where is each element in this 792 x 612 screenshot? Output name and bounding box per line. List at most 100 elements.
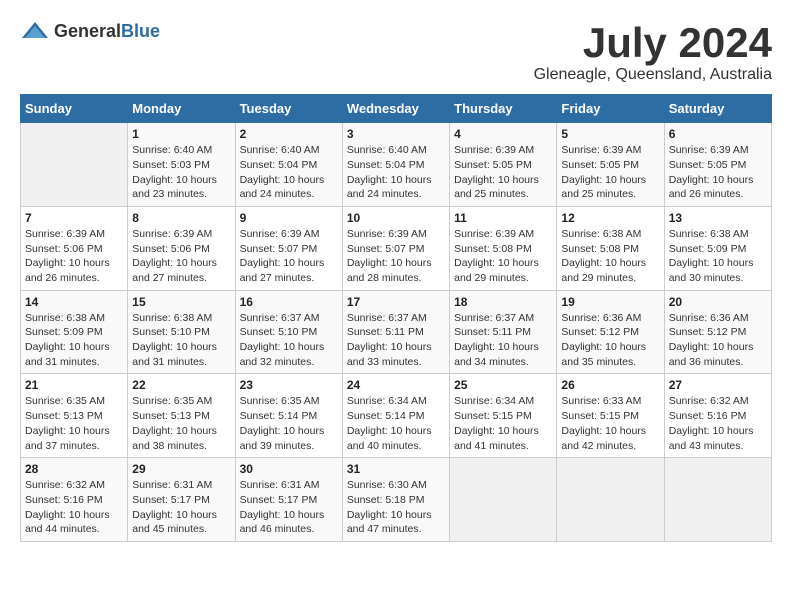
day-number: 27 [669, 378, 767, 392]
day-number: 3 [347, 127, 445, 141]
header-monday: Monday [128, 95, 235, 123]
logo-text-general: General [54, 21, 121, 41]
day-info: Sunrise: 6:32 AM Sunset: 5:16 PM Dayligh… [669, 394, 767, 453]
table-row [450, 458, 557, 542]
table-row [557, 458, 664, 542]
table-row: 3 Sunrise: 6:40 AM Sunset: 5:04 PM Daylig… [342, 123, 449, 207]
table-row: 20 Sunrise: 6:36 AM Sunset: 5:12 PM Dayli… [664, 290, 771, 374]
table-row: 1 Sunrise: 6:40 AM Sunset: 5:03 PM Daylig… [128, 123, 235, 207]
day-number: 23 [240, 378, 338, 392]
day-number: 11 [454, 211, 552, 225]
day-number: 12 [561, 211, 659, 225]
day-number: 14 [25, 295, 123, 309]
day-info: Sunrise: 6:37 AM Sunset: 5:11 PM Dayligh… [347, 311, 445, 370]
table-row: 15 Sunrise: 6:38 AM Sunset: 5:10 PM Dayli… [128, 290, 235, 374]
location-title: Gleneagle, Queensland, Australia [534, 66, 772, 84]
day-info: Sunrise: 6:40 AM Sunset: 5:04 PM Dayligh… [347, 143, 445, 202]
table-row: 24Sunrise: 6:34 AM Sunset: 5:14 PM Dayli… [342, 374, 449, 458]
day-number: 1 [132, 127, 230, 141]
header-sunday: Sunday [21, 95, 128, 123]
day-number: 22 [132, 378, 230, 392]
table-row: 2Sunrise: 6:40 AM Sunset: 5:04 PM Daylig… [235, 123, 342, 207]
calendar-week-row: 14 Sunrise: 6:38 AM Sunset: 5:09 PM Dayli… [21, 290, 772, 374]
calendar-week-row: 28 Sunrise: 6:32 AM Sunset: 5:16 PM Dayli… [21, 458, 772, 542]
day-info: Sunrise: 6:39 AM Sunset: 5:07 PM Dayligh… [347, 227, 445, 286]
month-title: July 2024 [534, 20, 772, 66]
table-row: 4 Sunrise: 6:39 AM Sunset: 5:05 PM Daylig… [450, 123, 557, 207]
table-row: 11Sunrise: 6:39 AM Sunset: 5:08 PM Dayli… [450, 206, 557, 290]
day-info: Sunrise: 6:39 AM Sunset: 5:06 PM Dayligh… [132, 227, 230, 286]
day-number: 4 [454, 127, 552, 141]
day-number: 20 [669, 295, 767, 309]
header-thursday: Thursday [450, 95, 557, 123]
day-number: 28 [25, 462, 123, 476]
day-info: Sunrise: 6:40 AM Sunset: 5:03 PM Dayligh… [132, 143, 230, 202]
day-info: Sunrise: 6:36 AM Sunset: 5:12 PM Dayligh… [561, 311, 659, 370]
day-info: Sunrise: 6:39 AM Sunset: 5:05 PM Dayligh… [454, 143, 552, 202]
day-info: Sunrise: 6:38 AM Sunset: 5:10 PM Dayligh… [132, 311, 230, 370]
header-saturday: Saturday [664, 95, 771, 123]
table-row: 31 Sunrise: 6:30 AM Sunset: 5:18 PM Dayli… [342, 458, 449, 542]
day-info: Sunrise: 6:39 AM Sunset: 5:06 PM Dayligh… [25, 227, 123, 286]
day-number: 13 [669, 211, 767, 225]
table-row: 16Sunrise: 6:37 AM Sunset: 5:10 PM Dayli… [235, 290, 342, 374]
day-info: Sunrise: 6:39 AM Sunset: 5:05 PM Dayligh… [669, 143, 767, 202]
day-number: 21 [25, 378, 123, 392]
day-number: 19 [561, 295, 659, 309]
table-row: 7 Sunrise: 6:39 AM Sunset: 5:06 PM Daylig… [21, 206, 128, 290]
day-number: 31 [347, 462, 445, 476]
table-row: 9 Sunrise: 6:39 AM Sunset: 5:07 PM Daylig… [235, 206, 342, 290]
table-row: 19 Sunrise: 6:36 AM Sunset: 5:12 PM Dayli… [557, 290, 664, 374]
table-row [664, 458, 771, 542]
day-number: 10 [347, 211, 445, 225]
day-info: Sunrise: 6:39 AM Sunset: 5:07 PM Dayligh… [240, 227, 338, 286]
day-info: Sunrise: 6:32 AM Sunset: 5:16 PM Dayligh… [25, 478, 123, 537]
table-row: 28 Sunrise: 6:32 AM Sunset: 5:16 PM Dayli… [21, 458, 128, 542]
table-row: 18 Sunrise: 6:37 AM Sunset: 5:11 PM Dayli… [450, 290, 557, 374]
day-info: Sunrise: 6:37 AM Sunset: 5:11 PM Dayligh… [454, 311, 552, 370]
table-row: 23 Sunrise: 6:35 AM Sunset: 5:14 PM Dayli… [235, 374, 342, 458]
day-number: 9 [240, 211, 338, 225]
day-number: 17 [347, 295, 445, 309]
table-row: 14 Sunrise: 6:38 AM Sunset: 5:09 PM Dayli… [21, 290, 128, 374]
day-info: Sunrise: 6:35 AM Sunset: 5:13 PM Dayligh… [25, 394, 123, 453]
table-row: 10 Sunrise: 6:39 AM Sunset: 5:07 PM Dayli… [342, 206, 449, 290]
day-info: Sunrise: 6:40 AM Sunset: 5:04 PM Dayligh… [240, 143, 338, 202]
day-number: 6 [669, 127, 767, 141]
day-info: Sunrise: 6:31 AM Sunset: 5:17 PM Dayligh… [132, 478, 230, 537]
day-info: Sunrise: 6:31 AM Sunset: 5:17 PM Dayligh… [240, 478, 338, 537]
header: GeneralBlue July 2024 Gleneagle, Queensl… [20, 20, 772, 84]
day-info: Sunrise: 6:35 AM Sunset: 5:14 PM Dayligh… [240, 394, 338, 453]
title-area: July 2024 Gleneagle, Queensland, Austral… [534, 20, 772, 84]
day-number: 26 [561, 378, 659, 392]
day-number: 15 [132, 295, 230, 309]
day-info: Sunrise: 6:38 AM Sunset: 5:09 PM Dayligh… [25, 311, 123, 370]
table-row: 17 Sunrise: 6:37 AM Sunset: 5:11 PM Dayli… [342, 290, 449, 374]
table-row: 29Sunrise: 6:31 AM Sunset: 5:17 PM Dayli… [128, 458, 235, 542]
day-info: Sunrise: 6:39 AM Sunset: 5:05 PM Dayligh… [561, 143, 659, 202]
day-number: 7 [25, 211, 123, 225]
table-row: 21 Sunrise: 6:35 AM Sunset: 5:13 PM Dayli… [21, 374, 128, 458]
header-friday: Friday [557, 95, 664, 123]
table-row: 30 Sunrise: 6:31 AM Sunset: 5:17 PM Dayli… [235, 458, 342, 542]
table-row: 25Sunrise: 6:34 AM Sunset: 5:15 PM Dayli… [450, 374, 557, 458]
table-row: 22Sunrise: 6:35 AM Sunset: 5:13 PM Dayli… [128, 374, 235, 458]
header-tuesday: Tuesday [235, 95, 342, 123]
day-info: Sunrise: 6:36 AM Sunset: 5:12 PM Dayligh… [669, 311, 767, 370]
table-row: 27 Sunrise: 6:32 AM Sunset: 5:16 PM Dayli… [664, 374, 771, 458]
logo: GeneralBlue [20, 20, 160, 42]
calendar-week-row: 1 Sunrise: 6:40 AM Sunset: 5:03 PM Daylig… [21, 123, 772, 207]
day-info: Sunrise: 6:38 AM Sunset: 5:09 PM Dayligh… [669, 227, 767, 286]
weekday-header-row: Sunday Monday Tuesday Wednesday Thursday… [21, 95, 772, 123]
calendar-week-row: 7 Sunrise: 6:39 AM Sunset: 5:06 PM Daylig… [21, 206, 772, 290]
table-row: 26Sunrise: 6:33 AM Sunset: 5:15 PM Dayli… [557, 374, 664, 458]
table-row: 5Sunrise: 6:39 AM Sunset: 5:05 PM Daylig… [557, 123, 664, 207]
day-info: Sunrise: 6:34 AM Sunset: 5:14 PM Dayligh… [347, 394, 445, 453]
day-number: 30 [240, 462, 338, 476]
table-row: 13 Sunrise: 6:38 AM Sunset: 5:09 PM Dayli… [664, 206, 771, 290]
day-info: Sunrise: 6:37 AM Sunset: 5:10 PM Dayligh… [240, 311, 338, 370]
day-info: Sunrise: 6:30 AM Sunset: 5:18 PM Dayligh… [347, 478, 445, 537]
table-row: 6 Sunrise: 6:39 AM Sunset: 5:05 PM Daylig… [664, 123, 771, 207]
calendar-table: Sunday Monday Tuesday Wednesday Thursday… [20, 94, 772, 542]
day-number: 18 [454, 295, 552, 309]
